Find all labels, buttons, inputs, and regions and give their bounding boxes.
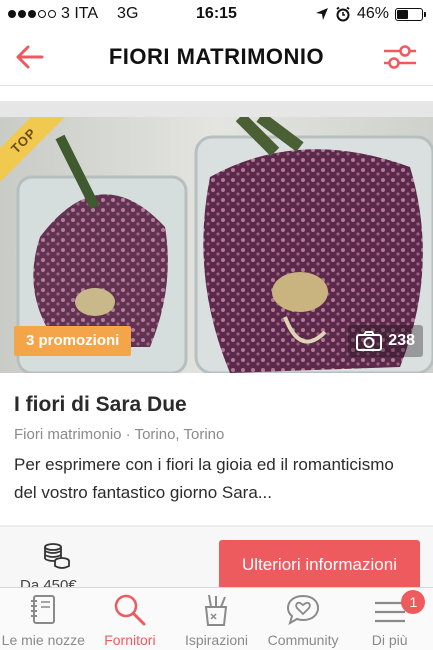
tab-suppliers[interactable]: Fornitori — [87, 588, 174, 650]
battery-icon — [395, 7, 426, 21]
tab-my-wedding[interactable]: Le mie nozze — [0, 588, 87, 650]
signal-strength-icon — [8, 10, 56, 18]
location-arrow-icon — [315, 8, 328, 20]
tab-label: Le mie nozze — [1, 632, 85, 648]
tab-label: Ispirazioni — [184, 632, 248, 648]
price-label: Da 450€ — [20, 577, 77, 587]
promotions-badge[interactable]: 3 promozioni — [14, 326, 132, 356]
page-title: FIORI MATRIMONIO — [108, 43, 325, 69]
notification-badge: 1 — [401, 590, 426, 614]
signal-carrier: 3 ITA 3G — [8, 5, 138, 23]
network-label: 3G — [117, 5, 139, 22]
vendor-description: Per esprimere con i fiori la gioia ed il… — [14, 455, 394, 502]
carrier-label: 3 ITA — [61, 5, 99, 22]
camera-icon — [356, 331, 383, 351]
tab-label: Fornitori — [104, 632, 156, 648]
section-separator — [0, 101, 433, 117]
top-ribbon: TOP — [0, 117, 70, 187]
vendor-photo[interactable]: TOP 3 promozioni 238 — [0, 117, 433, 373]
vendor-card[interactable]: I fiori di Sara Due Fiori matrimonio · T… — [0, 373, 433, 525]
arrow-left-icon[interactable] — [14, 41, 46, 73]
photo-count[interactable]: 238 — [348, 325, 423, 357]
tab-community[interactable]: Community — [260, 588, 347, 650]
tab-label: Community — [267, 632, 339, 648]
card-footer: Da 450€ Ulteriori informazioni — [0, 527, 433, 587]
tab-label: Di più — [371, 632, 408, 648]
tab-inspirations[interactable]: Ispirazioni — [173, 588, 260, 650]
status-bar: 3 ITA 3G 16:15 46% — [0, 0, 433, 28]
coins-icon — [44, 543, 70, 569]
vendor-category-location: Fiori matrimonio · Torino, Torino — [14, 426, 225, 443]
top-ribbon-label: TOP — [0, 117, 68, 185]
vendor-name[interactable]: I fiori di Sara Due — [14, 393, 187, 417]
more-info-button[interactable]: Ulteriori informazioni — [219, 540, 420, 587]
battery-percent: 46% — [356, 5, 389, 22]
photo-count-value: 238 — [388, 332, 415, 349]
chat-heart-icon — [287, 594, 320, 626]
status-right: 46% — [315, 5, 426, 23]
alarm-clock-icon — [336, 6, 350, 22]
tab-more[interactable]: 1 Di più — [346, 588, 433, 650]
search-icon — [114, 594, 146, 626]
tab-bar: Le mie nozze Fornitori Ispirazioni Commu… — [0, 587, 433, 650]
pencil-cup-icon — [205, 594, 228, 626]
sliders-icon[interactable] — [383, 41, 417, 73]
notebook-icon — [31, 595, 56, 624]
app-header: FIORI MATRIMONIO — [0, 28, 433, 86]
